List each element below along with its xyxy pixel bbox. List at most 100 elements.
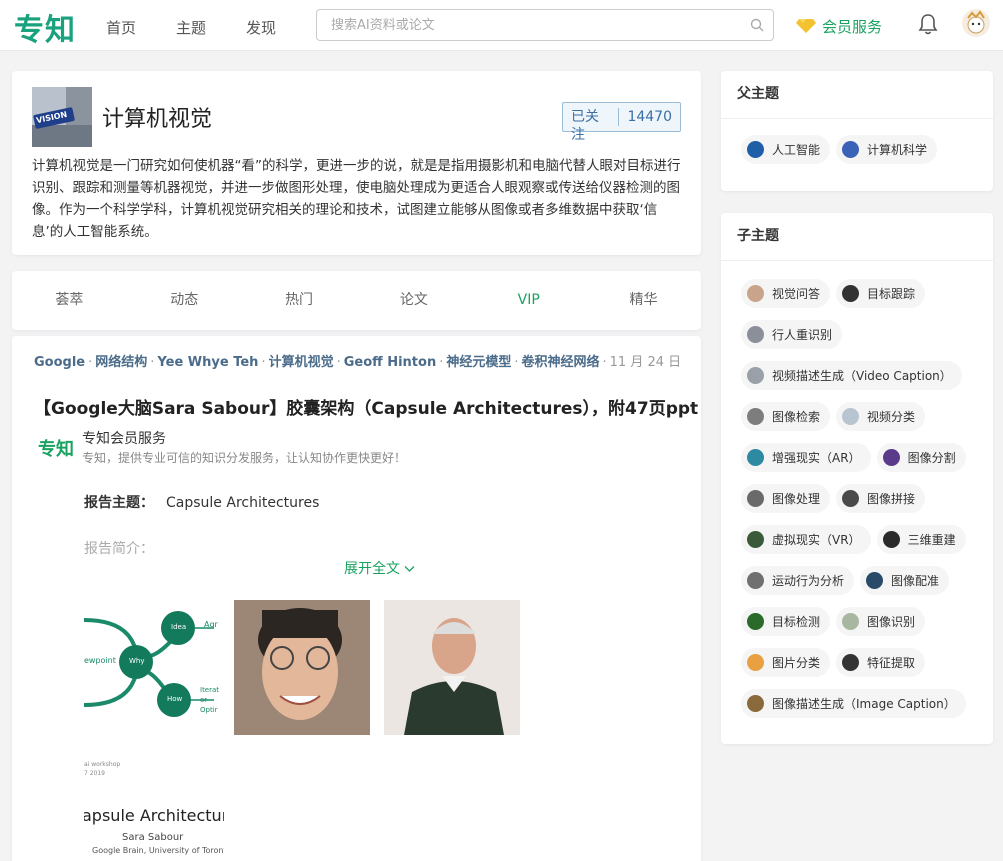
topic-chip-label: 目标检测 <box>772 615 821 629</box>
article-tag[interactable]: Geoff Hinton <box>344 355 436 370</box>
article-tag[interactable]: 网络结构 <box>95 355 147 370</box>
topic-chip[interactable]: 目标跟踪 <box>836 279 926 308</box>
expand-full-text-button[interactable]: 展开全文 <box>344 558 415 578</box>
topic-chip-label: 虚拟现实（VR） <box>772 533 861 547</box>
topic-chip[interactable]: 特征提取 <box>836 648 926 677</box>
report-theme-value: Capsule Architectures <box>166 495 320 511</box>
topic-chip-label: 增强现实（AR） <box>772 451 861 465</box>
slide-cover[interactable]: ai workshop 7 2019 apsule Architectur Sar… <box>84 746 224 861</box>
tab-5[interactable]: 精华 <box>586 271 701 330</box>
diagram-label-iter: Iterat <box>200 686 220 694</box>
article-tag[interactable]: 卷积神经网络 <box>522 355 600 370</box>
topic-chip[interactable]: 图像描述生成（Image Caption） <box>741 689 966 718</box>
search-input[interactable] <box>331 10 751 40</box>
expand-label: 展开全文 <box>344 561 400 577</box>
topic-chip-label: 图像配准 <box>891 574 940 588</box>
report-theme: 报告主题： Capsule Architectures <box>84 492 319 512</box>
topic-chip[interactable]: 运动行为分析 <box>741 566 855 595</box>
notification-bell-icon[interactable] <box>917 12 939 36</box>
topic-icon <box>747 408 764 425</box>
parent-topics-heading: 父主题 <box>721 71 993 119</box>
user-avatar[interactable] <box>962 9 990 37</box>
topic-chip-label: 三维重建 <box>907 533 956 547</box>
topic-chip[interactable]: 图像拼接 <box>836 484 926 513</box>
topic-description: 计算机视觉是一门研究如何使机器“看”的科学，更进一步的说，就是是指用摄影机和电脑… <box>32 158 681 240</box>
diagram-label-agr: Agr <box>204 620 218 629</box>
source-logo[interactable]: 专知 <box>38 435 74 461</box>
topic-icon <box>842 141 860 158</box>
topic-chip[interactable]: 目标检测 <box>741 607 831 636</box>
topic-icon <box>747 531 764 548</box>
diamond-icon <box>796 19 816 33</box>
topic-chip-label: 图像检索 <box>772 410 821 424</box>
topic-chip[interactable]: 三维重建 <box>876 525 966 554</box>
diagram-label-idea: Idea <box>171 623 187 631</box>
tab-2[interactable]: 热门 <box>242 271 357 330</box>
topic-chip[interactable]: 视觉问答 <box>741 279 831 308</box>
tab-4[interactable]: VIP <box>471 271 586 330</box>
nav-home[interactable]: 首页 <box>106 17 136 38</box>
cover-small-text: ai workshop 7 2019 <box>84 761 121 777</box>
topic-chip[interactable]: 图像配准 <box>860 566 950 595</box>
article-tag[interactable]: Yee Whye Teh <box>157 355 258 370</box>
topic-image: VISION <box>32 87 92 147</box>
topic-icon <box>882 449 900 466</box>
tab-3[interactable]: 论文 <box>356 271 471 330</box>
topic-chip-label: 视频描述生成（Video Caption） <box>772 369 952 383</box>
topic-chip[interactable]: 计算机科学 <box>836 135 938 164</box>
topic-chip[interactable]: 图像识别 <box>836 607 926 636</box>
topic-icon <box>842 285 860 302</box>
article-title[interactable]: 【Google大脑Sara Sabour】胶囊架构（Capsule Archit… <box>34 394 698 419</box>
thumbnail-portrait-2[interactable] <box>384 600 520 735</box>
diagram-label-viewpoint: ewpoint <box>84 656 116 665</box>
source-name[interactable]: 专知会员服务 <box>82 428 166 448</box>
follow-label: 已关注 <box>563 108 620 143</box>
child-topics-list: 视觉问答 目标跟踪行人重识别视频描述生成（Video Caption） 图像检索 视频… <box>741 279 986 730</box>
topic-chip[interactable]: 虚拟现实（VR） <box>741 525 871 554</box>
topic-chip[interactable]: 增强现实（AR） <box>741 443 871 472</box>
topic-chip-label: 特征提取 <box>867 656 916 670</box>
vip-service-button[interactable]: 会员服务 <box>796 15 882 37</box>
nav-topics[interactable]: 主题 <box>176 17 206 38</box>
parent-topics-list: 人工智能 计算机科学 <box>741 135 986 176</box>
tag-separator: · <box>261 355 266 370</box>
topic-chip[interactable]: 图像检索 <box>741 402 831 431</box>
topic-chip-label: 视觉问答 <box>772 287 821 301</box>
topic-chip[interactable]: 行人重识别 <box>741 320 843 349</box>
nav-discover[interactable]: 发现 <box>246 17 276 38</box>
content-tabs: 荟萃 动态 热门 论文 VIP 精华 <box>12 271 701 330</box>
site-logo[interactable]: 专知 <box>14 5 76 49</box>
thumbnail-portrait-1[interactable] <box>234 600 370 735</box>
article-tag[interactable]: Google <box>34 355 85 370</box>
article-date: 11 月 24 日 <box>609 355 682 370</box>
tab-1[interactable]: 动态 <box>127 271 242 330</box>
tab-0[interactable]: 荟萃 <box>12 271 127 330</box>
topic-chip-label: 目标跟踪 <box>867 287 916 301</box>
search-box <box>316 9 774 41</box>
top-header: 专知 首页 主题 发现 会员服务 <box>0 0 1003 51</box>
article-tag[interactable]: 神经元模型 <box>446 355 511 370</box>
topic-icon <box>747 572 764 589</box>
topic-chip[interactable]: 视频分类 <box>836 402 926 431</box>
topic-chip[interactable]: 图像处理 <box>741 484 831 513</box>
topic-chip-label: 图像识别 <box>867 615 916 629</box>
topic-chip-label: 行人重识别 <box>772 328 833 342</box>
search-icon[interactable] <box>750 18 764 32</box>
topic-chip[interactable]: 图片分类 <box>741 648 831 677</box>
vip-service-label: 会员服务 <box>822 17 883 36</box>
follow-button[interactable]: 已关注 14470 <box>562 102 681 143</box>
diagram-label-opti: Optir <box>200 706 218 714</box>
topic-chip[interactable]: 视频描述生成（Video Caption） <box>741 361 962 390</box>
tag-separator: · <box>88 355 93 370</box>
topic-chip[interactable]: 图像分割 <box>876 443 966 472</box>
topic-chip-label: 图像处理 <box>772 492 821 506</box>
thumbnail-diagram[interactable]: Idea Why How Agr ewpoint Iterat or Optir <box>84 600 220 735</box>
source-description: 专知，提供专业可信的知识分发服务，让认知协作更快更好！ <box>82 451 407 465</box>
topic-icon <box>747 654 764 671</box>
diagram-label-how: How <box>167 695 183 703</box>
article-tag[interactable]: 计算机视觉 <box>269 355 334 370</box>
topic-icon <box>747 141 764 158</box>
topic-chip[interactable]: 人工智能 <box>741 135 831 164</box>
topic-icon <box>842 490 860 507</box>
chevron-down-icon <box>404 566 415 572</box>
